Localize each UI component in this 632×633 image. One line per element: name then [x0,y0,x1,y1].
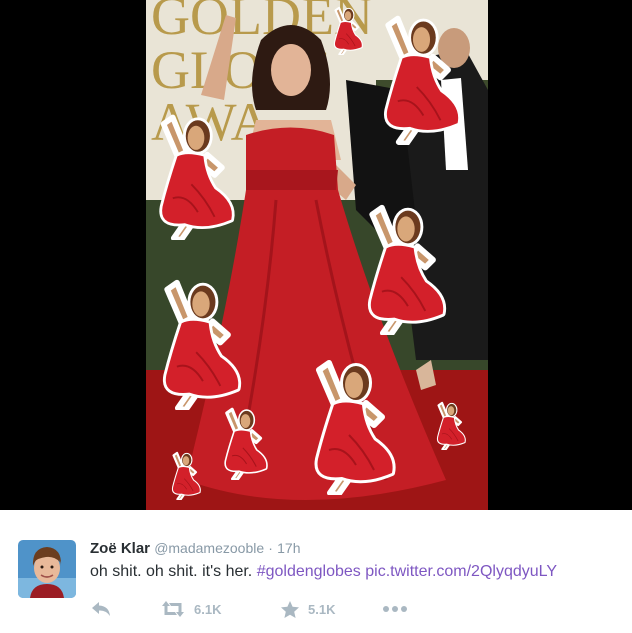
retweet-button[interactable]: 6.1K [160,600,280,618]
separator-dot: · [268,540,273,556]
reply-button[interactable] [90,600,160,618]
tweet-timestamp[interactable]: 17h [277,540,300,556]
avatar[interactable] [18,540,76,598]
retweet-icon [162,601,184,617]
tweet-photo[interactable]: GOLDEN GLOBE AWA [146,0,488,510]
hashtag-link[interactable]: #goldenglobes [257,563,361,580]
more-icon [383,606,407,612]
more-button[interactable] [382,605,408,613]
favorite-button[interactable]: 5.1K [280,600,382,619]
retweet-count: 6.1K [194,601,222,617]
favorite-count: 5.1K [308,601,336,617]
tweet-actions: 6.1K 5.1K [90,598,408,620]
reply-icon [92,602,110,616]
author-name[interactable]: Zoë Klar [90,540,150,557]
face [271,44,311,96]
tweet-text-body: oh shit. oh shit. it's her. [90,563,257,580]
pic-link[interactable]: pic.twitter.com/2QlyqdyuLY [365,563,557,580]
tweet-text: oh shit. oh shit. it's her. #goldenglobe… [90,563,557,581]
star-icon [281,600,299,618]
author-handle[interactable]: @madamezooble [154,540,264,556]
tweet-header: Zoë Klar @madamezooble · 17h [90,540,301,557]
tweet-media[interactable]: GOLDEN GLOBE AWA [0,0,632,510]
